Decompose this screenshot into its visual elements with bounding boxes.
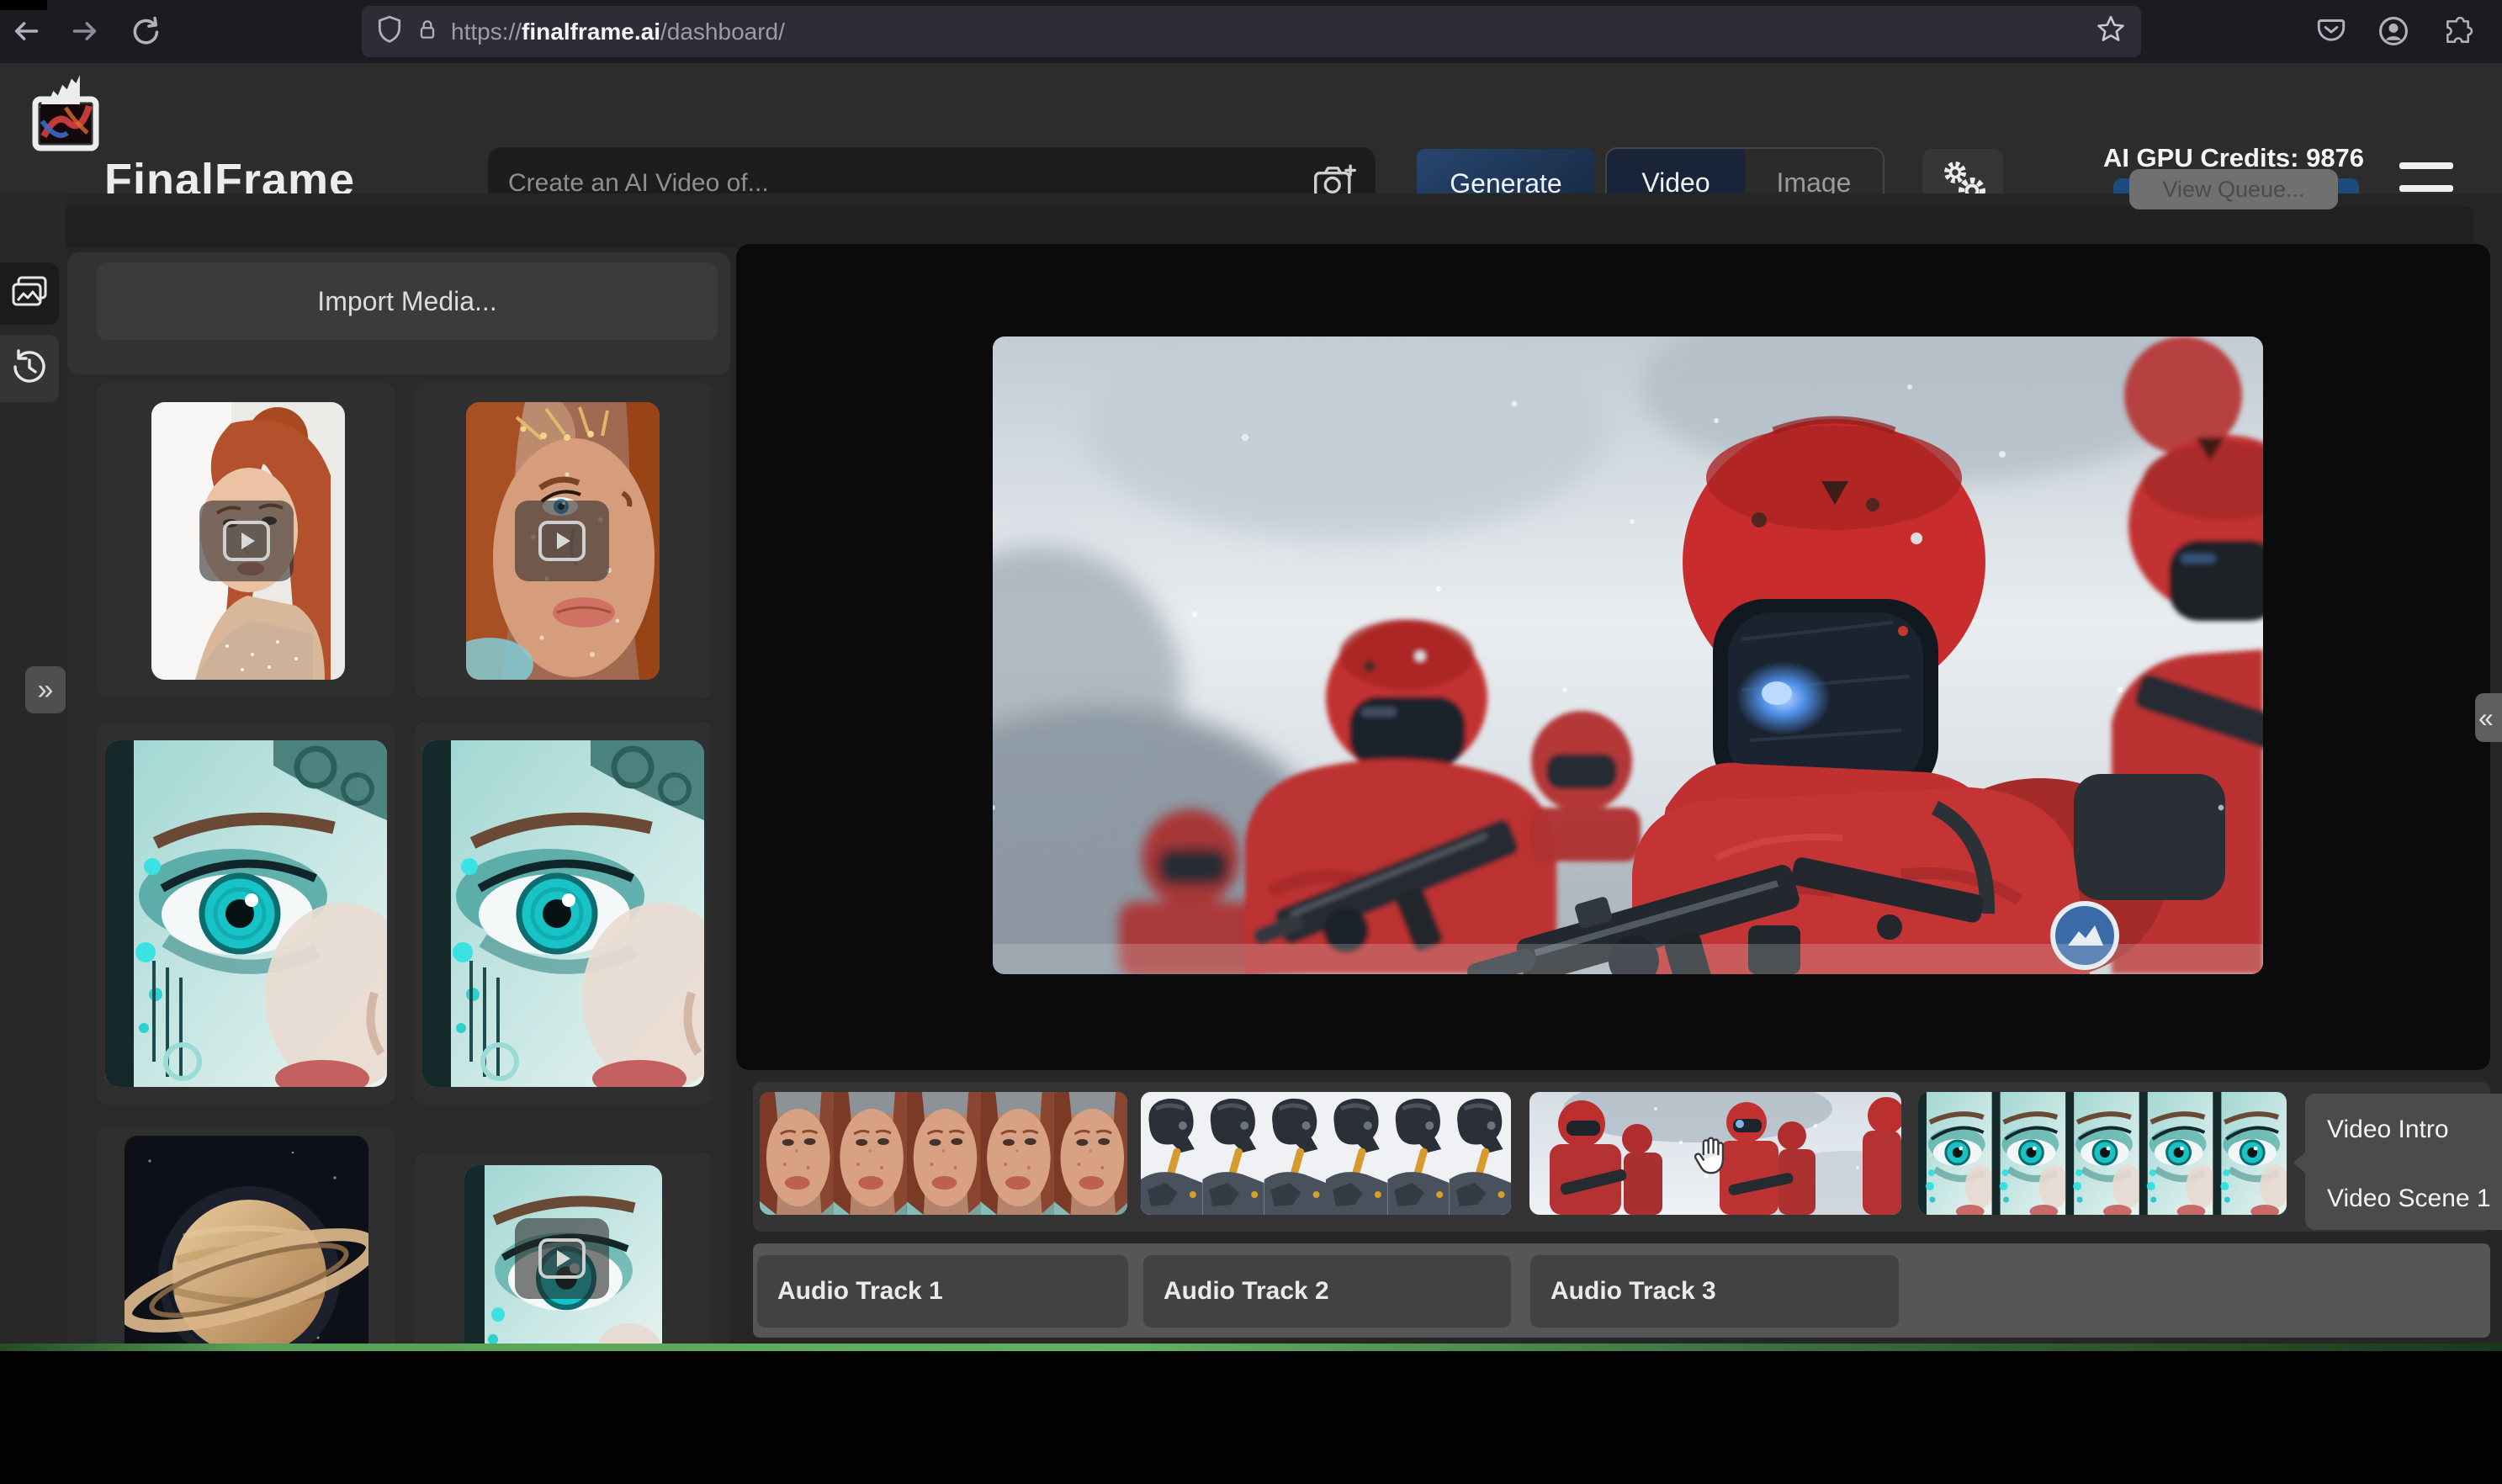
forward-arrow-icon[interactable]	[66, 12, 104, 50]
audio-track-2[interactable]: Audio Track 2	[1143, 1255, 1511, 1328]
thumbnail-image	[105, 740, 387, 1087]
history-tab[interactable]	[0, 335, 59, 402]
media-library-icon	[10, 274, 49, 314]
media-item-cyborg-face-b[interactable]	[414, 722, 713, 1105]
account-icon[interactable]	[2374, 12, 2413, 50]
thumbnail-image	[422, 740, 704, 1087]
screen-corner	[0, 0, 47, 10]
timeline-scrubber-bar[interactable]	[55, 206, 2473, 248]
collapse-right-panel-button[interactable]: «	[2475, 693, 2502, 742]
track-label-video-intro[interactable]: Video Intro	[2327, 1116, 2449, 1144]
media-item-cyborg-face-a[interactable]	[97, 722, 395, 1105]
lock-icon[interactable]	[416, 15, 439, 48]
import-media-button[interactable]: Import Media...	[97, 262, 718, 340]
green-divider-line	[0, 1344, 2502, 1351]
reload-icon[interactable]	[125, 12, 163, 50]
timeline-clip-robot[interactable]	[1141, 1092, 1511, 1215]
expand-sidebar-button[interactable]: »	[25, 666, 66, 713]
bottom-letterbox	[0, 1351, 2502, 1484]
url-text[interactable]: https://finalframe.ai/dashboard/	[451, 19, 785, 45]
track-label-video-scene-1[interactable]: Video Scene 1	[2327, 1185, 2491, 1213]
hand-cursor-icon	[1693, 1134, 1730, 1178]
media-item-cyborg-eye[interactable]	[414, 1153, 713, 1350]
pocket-icon[interactable]	[2312, 12, 2351, 50]
url-bar[interactable]: https://finalframe.ai/dashboard/	[362, 6, 2141, 57]
media-library-tab[interactable]	[0, 262, 59, 325]
timeline-clip-cyborg-eye[interactable]	[1918, 1092, 2287, 1215]
bookmark-star-icon[interactable]	[2096, 14, 2126, 49]
audio-track-3[interactable]: Audio Track 3	[1530, 1255, 1899, 1328]
media-item-redhead-portrait[interactable]	[97, 383, 395, 698]
browser-chrome: https://finalframe.ai/dashboard/	[0, 0, 2502, 63]
import-media-section: Import Media...	[67, 252, 730, 374]
extension-puzzle-icon[interactable]	[2438, 12, 2477, 50]
play-button-icon[interactable]	[199, 501, 294, 581]
play-button-icon[interactable]	[515, 1218, 609, 1299]
view-queue-button[interactable]: View Queue...	[2129, 169, 2338, 209]
thumbnail-image	[125, 1136, 368, 1350]
clapperboard-logo-icon	[32, 77, 99, 156]
media-item-wet-face-woman[interactable]	[414, 383, 713, 698]
back-arrow-icon[interactable]	[7, 12, 45, 50]
media-item-saturn-planet[interactable]	[97, 1126, 395, 1350]
audio-track-1[interactable]: Audio Track 1	[757, 1255, 1128, 1328]
timeline-labels-panel: Video Intro Video Scene 1	[2305, 1094, 2502, 1230]
shield-icon[interactable]	[377, 15, 402, 48]
play-button-icon[interactable]	[515, 501, 609, 581]
preview-video-frame[interactable]	[993, 337, 2263, 974]
media-panel: Import Media...	[67, 252, 730, 1350]
history-icon	[10, 347, 49, 390]
app-header: FinalFrame Generate Video Image AI GPU C…	[0, 63, 2502, 193]
timeline-clip-wet-face[interactable]	[760, 1092, 1127, 1215]
